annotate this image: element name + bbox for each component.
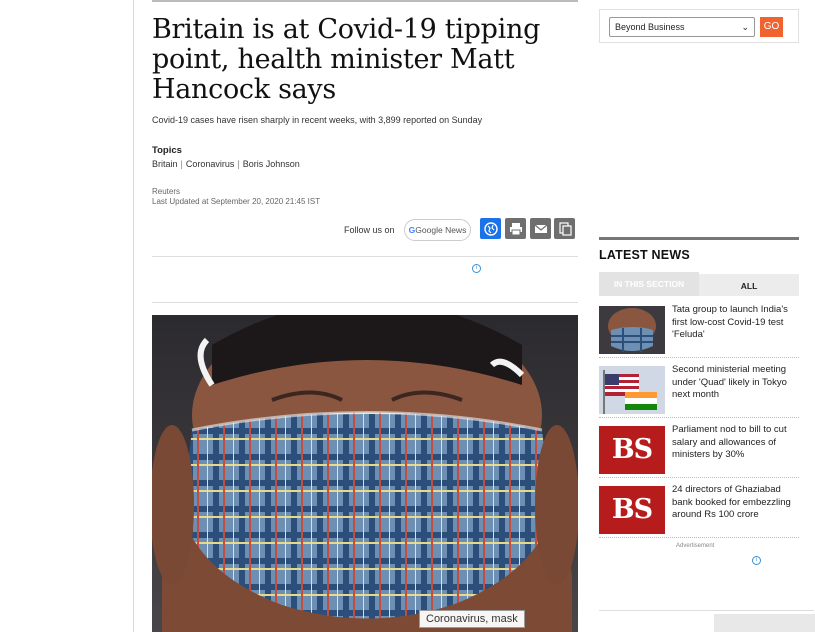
google-news-button[interactable]: GGoogle News: [404, 219, 471, 241]
ad-info-icon[interactable]: i: [472, 264, 481, 273]
section-selector-box: Beyond Business ⌄ GO: [599, 9, 799, 43]
section-select-value: Beyond Business: [615, 22, 685, 32]
news-headline[interactable]: Tata group to launch India's first low-c…: [672, 304, 800, 342]
ad-top-rule: [152, 256, 578, 257]
globe-icon[interactable]: [480, 218, 501, 239]
news-thumbnail[interactable]: BS: [599, 426, 665, 474]
news-item[interactable]: BS 24 directors of Ghaziabad bank booked…: [599, 484, 799, 538]
latest-news-title: LATEST NEWS: [599, 248, 690, 262]
latest-news-top-rule: [599, 237, 799, 240]
news-headline[interactable]: Parliament nod to bill to cut salary and…: [672, 424, 800, 462]
topics-list: Britain | Coronavirus | Boris Johnson: [152, 159, 300, 169]
subheadline: Covid-19 cases have risen sharply in rec…: [152, 115, 483, 125]
ad-bottom-rule: [152, 302, 578, 303]
ad-info-icon[interactable]: i: [752, 556, 761, 565]
latest-news-tabs: IN THIS SECTION ALL: [599, 272, 799, 296]
left-divider: [133, 0, 134, 632]
image-caption: Coronavirus, mask: [419, 610, 525, 628]
headline: Britain is at Covid-19 tipping point, he…: [152, 14, 541, 105]
article-top-rule: [152, 0, 578, 2]
tab-all[interactable]: ALL: [699, 272, 799, 296]
news-item[interactable]: Tata group to launch India's first low-c…: [599, 304, 799, 358]
corner-panel: [714, 614, 815, 632]
email-icon[interactable]: [530, 218, 551, 239]
topic-link-boris-johnson[interactable]: Boris Johnson: [243, 159, 300, 169]
topics-title: Topics: [152, 145, 182, 156]
sidebar-bottom-rule: [599, 610, 814, 611]
news-thumbnail[interactable]: BS: [599, 486, 665, 534]
print-icon[interactable]: [505, 218, 526, 239]
section-select[interactable]: Beyond Business ⌄: [609, 17, 755, 37]
go-button[interactable]: GO: [760, 17, 783, 37]
news-item[interactable]: Second ministerial meeting under 'Quad' …: [599, 364, 799, 418]
advertisement-label: Advertisement: [676, 543, 715, 549]
news-item[interactable]: BS Parliament nod to bill to cut salary …: [599, 424, 799, 478]
chevron-down-icon: ⌄: [741, 22, 749, 32]
news-headline[interactable]: Second ministerial meeting under 'Quad' …: [672, 364, 800, 402]
news-thumbnail[interactable]: [599, 366, 665, 414]
byline: Reuters Last Updated at September 20, 20…: [152, 187, 578, 207]
share-bar: Follow us on GGoogle News: [152, 216, 578, 246]
topic-link-coronavirus[interactable]: Coronavirus: [186, 159, 235, 169]
hero-image: Coronavirus, mask: [152, 315, 578, 632]
article: Britain is at Covid-19 tipping point, he…: [152, 0, 578, 632]
google-news-label: Google News: [415, 225, 467, 235]
bs-logo: BS: [599, 426, 665, 474]
last-updated: Last Updated at September 20, 2020 21:45…: [152, 197, 321, 206]
source: Reuters: [152, 187, 181, 196]
tab-in-this-section[interactable]: IN THIS SECTION: [599, 272, 699, 296]
news-thumbnail[interactable]: [599, 306, 665, 354]
news-headline[interactable]: 24 directors of Ghaziabad bank booked fo…: [672, 484, 800, 522]
copy-icon[interactable]: [554, 218, 575, 239]
follow-us-label: Follow us on: [344, 225, 395, 235]
bs-logo: BS: [599, 486, 665, 534]
topic-link-britain[interactable]: Britain: [152, 159, 178, 169]
